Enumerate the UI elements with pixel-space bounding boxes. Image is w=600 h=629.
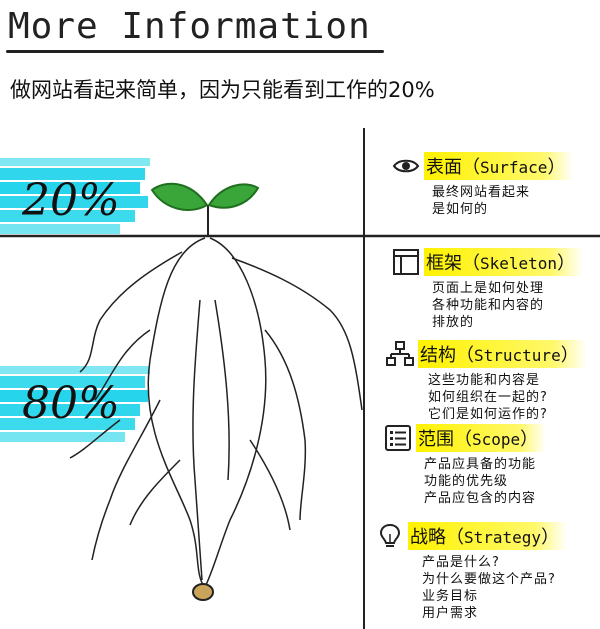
section-title-en: Surface xyxy=(480,158,548,177)
section-line: 是如何的 xyxy=(432,202,489,217)
section-scope: 范围（Scope） 产品应具备的功能 功能的优先级 产品应包含的内容 xyxy=(384,424,547,507)
hierarchy-icon xyxy=(386,341,414,366)
section-title-cn: 战略 xyxy=(410,527,446,548)
section-line: 最终网站看起来 xyxy=(432,185,531,200)
section-line: 页面上是如何处理 xyxy=(432,281,545,296)
section-title-en: Strategy xyxy=(464,528,542,547)
section-line: 排放的 xyxy=(432,315,475,330)
percent-bottom-label: 80% xyxy=(22,378,120,429)
seed xyxy=(192,583,214,601)
section-line: 各种功能和内容的 xyxy=(432,298,545,313)
section-title-en: Structure xyxy=(474,346,561,365)
section-strategy: 战略（Strategy） 产品是什么? 为什么要做这个产品? 业务目标 用户需求 xyxy=(376,522,568,622)
section-title: 表面（Surface） xyxy=(424,152,574,180)
layout-frame-icon xyxy=(393,249,419,275)
section-title: 范围（Scope） xyxy=(416,424,547,452)
section-title-cn: 表面 xyxy=(426,157,462,178)
section-skeleton: 框架（Skeleton） 页面上是如何处理 各种功能和内容的 排放的 xyxy=(392,248,584,331)
section-line: 功能的优先级 xyxy=(424,474,509,489)
section-line: 用户需求 xyxy=(422,606,479,621)
eye-icon xyxy=(392,159,420,173)
section-title-cn: 结构 xyxy=(420,345,456,366)
section-title: 框架（Skeleton） xyxy=(424,248,584,276)
sprout xyxy=(150,182,260,237)
section-line: 为什么要做这个产品? xyxy=(422,572,556,587)
checklist-icon xyxy=(385,425,411,451)
lightbulb-icon xyxy=(379,523,401,547)
section-surface: 表面（Surface） 最终网站看起来 是如何的 xyxy=(392,152,574,218)
section-line: 这些功能和内容是 xyxy=(428,373,541,388)
section-title-cn: 框架 xyxy=(426,253,462,274)
section-line: 业务目标 xyxy=(422,589,479,604)
percent-top-label: 20% xyxy=(22,175,120,226)
section-title: 战略（Strategy） xyxy=(408,522,568,550)
section-title-en: Skeleton xyxy=(480,254,558,273)
section-line: 产品应包含的内容 xyxy=(424,491,537,506)
section-line: 如何组织在一起的? xyxy=(428,390,548,405)
section-line: 产品是什么? xyxy=(422,555,500,570)
section-line: 产品应具备的功能 xyxy=(424,457,537,472)
section-title: 结构（Structure） xyxy=(418,340,587,368)
section-line: 它们是如何运作的? xyxy=(428,407,548,422)
section-title-en: Scope xyxy=(472,430,521,449)
section-structure: 结构（Structure） 这些功能和内容是 如何组织在一起的? 它们是如何运作… xyxy=(386,340,587,423)
section-title-cn: 范围 xyxy=(418,429,454,450)
